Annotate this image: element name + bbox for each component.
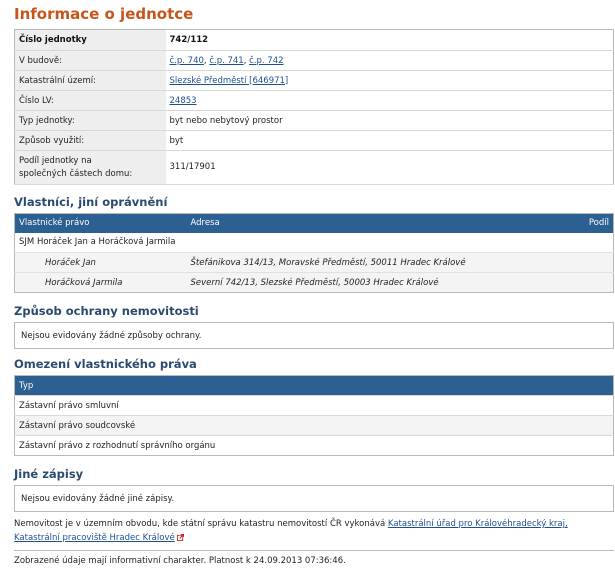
other-box: Nejsou evidovány žádné jiné zápisy.: [14, 485, 614, 512]
info-label-line: společných částech domu:: [19, 168, 133, 179]
restriction-type: Zástavní právo z rozhodnutí správního or…: [14, 435, 614, 456]
regional-office-link[interactable]: Katastrální úřad pro Královéhradecký kra…: [388, 519, 568, 529]
building-link-740[interactable]: č.p. 740: [170, 56, 204, 66]
owner-name: Horáček Jan: [14, 252, 187, 273]
restriction-row: Zástavní právo soudcovské: [14, 415, 614, 436]
info-row-cadastral-area: Katastrální území: Slezské Předměstí [64…: [14, 70, 614, 91]
footer-text: Zobrazené údaje mají informativní charak…: [14, 556, 346, 566]
page-title: Informace o jednotce: [14, 5, 194, 23]
owners-section-title: Vlastníci, jiní oprávnění: [14, 195, 168, 209]
restrictions-section-title: Omezení vlastnického práva: [14, 357, 197, 371]
owner-member-row: Horáčková Jarmila Severní 742/13, Slezsk…: [14, 272, 614, 293]
protection-section-title: Způsob ochrany nemovitosti: [14, 304, 199, 318]
restriction-type: Zástavní právo smluvní: [14, 395, 614, 416]
protection-text: Nejsou evidovány žádné způsoby ochrany.: [21, 330, 202, 341]
column-header-address: Adresa: [186, 213, 554, 233]
info-value: 742/112: [169, 35, 209, 45]
office-note: Nemovitost je v územním obvodu, kde stát…: [14, 517, 614, 545]
info-label: Podíl jednotky na společných částech dom…: [14, 150, 166, 185]
owners-table: Vlastnické právo Adresa Podíl SJM Horáče…: [14, 213, 614, 293]
info-value: 24853: [166, 91, 614, 111]
info-row-building: V budově: č.p. 740, č.p. 741, č.p. 742: [14, 50, 614, 71]
unit-info-table: Číslo jednotky 742/112 V budově: č.p. 74…: [14, 29, 614, 185]
column-header-share: Podíl: [553, 213, 614, 233]
protection-box: Nejsou evidovány žádné způsoby ochrany.: [14, 322, 614, 349]
other-text: Nejsou evidovány žádné jiné zápisy.: [21, 493, 175, 504]
info-label: V budově:: [14, 50, 166, 71]
owners-header-row: Vlastnické právo Adresa Podíl: [14, 213, 614, 233]
restriction-row: Zástavní právo z rozhodnutí správního or…: [14, 435, 614, 456]
owner-address: Severní 742/13, Slezské Předměstí, 50003…: [186, 272, 554, 293]
other-section-title: Jiné zápisy: [14, 467, 84, 481]
owner-address: Štefánikova 314/13, Moravské Předměstí, …: [186, 252, 554, 273]
owner-group-name: SJM Horáček Jan a Horáčková Jarmila: [19, 237, 176, 248]
building-link-742[interactable]: č.p. 742: [249, 56, 283, 66]
info-value: byt: [169, 135, 184, 146]
owner-name: Horáčková Jarmila: [14, 272, 187, 293]
external-link-icon[interactable]: [176, 534, 184, 541]
lv-number-link[interactable]: 24853: [170, 96, 197, 106]
info-label: Číslo LV:: [14, 90, 166, 111]
local-office-link[interactable]: Katastrální pracoviště Hradec Králové: [14, 533, 175, 543]
restriction-row: Zástavní právo smluvní: [14, 395, 614, 416]
owner-member-row: Horáček Jan Štefánikova 314/13, Moravské…: [14, 252, 614, 273]
office-note-text: Nemovitost je v územním obvodu, kde stát…: [14, 519, 386, 529]
info-value: 311/17901: [169, 162, 216, 172]
cadastral-area-link[interactable]: Slezské Předměstí [646971]: [170, 76, 289, 86]
restrictions-table: Typ Zástavní právo smluvní Zástavní práv…: [14, 375, 614, 456]
info-label: Způsob využití:: [14, 130, 166, 151]
restriction-type: Zástavní právo soudcovské: [14, 415, 614, 436]
restrictions-header-row: Typ: [14, 375, 614, 396]
footer-divider: [14, 550, 614, 551]
info-value: č.p. 740, č.p. 741, č.p. 742: [169, 55, 284, 66]
info-row-unit-type: Typ jednotky: byt nebo nebytový prostor: [14, 110, 614, 131]
info-label: Katastrální území:: [14, 70, 166, 91]
column-header-type: Typ: [14, 375, 614, 396]
info-label-line: Podíl jednotky na: [19, 155, 92, 166]
info-label: Číslo jednotky: [14, 29, 166, 51]
column-header-ownership: Vlastnické právo: [14, 213, 187, 233]
info-value: Slezské Předměstí [646971]: [166, 71, 614, 91]
info-row-lv-number: Číslo LV: 24853: [14, 90, 614, 111]
info-value: byt nebo nebytový prostor: [169, 115, 283, 126]
info-row-unit-number: Číslo jednotky 742/112: [14, 29, 614, 51]
info-row-share: Podíl jednotky na společných částech dom…: [14, 150, 614, 185]
info-label: Typ jednotky:: [14, 110, 166, 131]
building-link-741[interactable]: č.p. 741: [209, 56, 243, 66]
owner-group-row: SJM Horáček Jan a Horáčková Jarmila: [15, 233, 614, 253]
info-row-usage: Způsob využití: byt: [14, 130, 614, 151]
